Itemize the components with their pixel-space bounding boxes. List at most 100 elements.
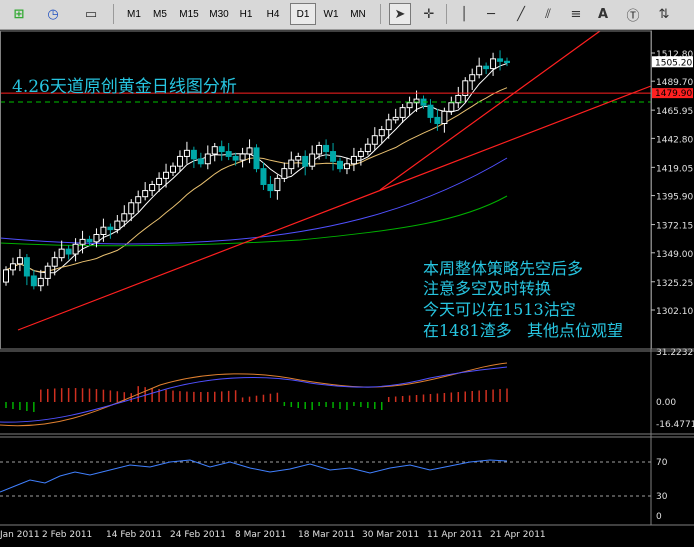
price-tick-label: 1349.00 [656, 250, 693, 260]
vertical-line-icon[interactable]: │ [453, 3, 475, 25]
candle-body [330, 151, 337, 162]
timeframe-h4[interactable]: H4 [260, 3, 286, 25]
date-tick-label: 21 Apr 2011 [490, 530, 546, 540]
timeframe-m15[interactable]: M15 [176, 3, 202, 25]
crosshair-icon[interactable]: ✛ [418, 3, 440, 25]
toolbar: ⊞ ◷ ▭ M1 M5 M15 M30 H1 H4 D1 W1 MN ➤ ✛ │… [0, 0, 694, 30]
candle-body [253, 147, 260, 170]
text-label-icon[interactable]: Ⓣ [622, 3, 644, 25]
rsi-axis-label: 0 [656, 512, 662, 522]
candle-body [65, 248, 72, 255]
candle-body [441, 110, 448, 125]
candle-body [316, 144, 323, 155]
candle-body [218, 146, 225, 153]
timeframe-w1[interactable]: W1 [318, 3, 344, 25]
candle-body [16, 257, 23, 265]
candle-body [385, 119, 392, 131]
candle-body [44, 265, 51, 279]
rsi-axis-label: 30 [656, 492, 668, 502]
candle-body [504, 60, 510, 64]
candle-body [79, 238, 86, 245]
rsi-line [0, 459, 508, 493]
candle-body [427, 104, 434, 118]
lower-trendline [17, 85, 652, 331]
candle-body [23, 257, 30, 277]
horizontal-line-icon[interactable]: ─ [480, 3, 502, 25]
candle-body [3, 269, 9, 283]
candle-body [170, 165, 176, 173]
candle-body [86, 238, 93, 243]
cursor-icon[interactable]: ➤ [389, 3, 411, 25]
strategy-note-4: 在1481渣多 其他点位观望 [423, 321, 623, 340]
template-icon[interactable]: ▭ [80, 3, 102, 25]
candle-body [163, 171, 170, 179]
candle-body [135, 196, 142, 204]
timeframe-m5[interactable]: M5 [147, 3, 173, 25]
candle-body [288, 159, 295, 170]
candle-body [295, 155, 302, 161]
candle-body [274, 177, 281, 192]
candle-body [211, 146, 218, 155]
candle-body [302, 155, 309, 167]
date-tick-label: 2 Feb 2011 [42, 530, 92, 540]
candle-body [121, 213, 128, 222]
candle-body [267, 183, 274, 192]
arrows-icon[interactable]: ⇅ [653, 3, 675, 25]
candle-body [406, 102, 413, 109]
trendline-icon[interactable]: ╱ [510, 3, 532, 25]
equidistant-channel-icon[interactable]: ⫽ [537, 3, 559, 25]
candle-body [37, 277, 44, 287]
chart-title: 4.26天道原创黄金日线图分析 [12, 77, 237, 97]
candle-body [337, 160, 343, 170]
candle-body [128, 202, 135, 215]
date-tick-label: 18 Mar 2011 [298, 530, 355, 540]
candle-body [183, 149, 190, 157]
marked-price-label: 1479.90 [655, 89, 692, 99]
fibonacci-icon[interactable]: ≡ [565, 3, 587, 25]
candle-body [260, 168, 267, 185]
timeframe-h1[interactable]: H1 [233, 3, 259, 25]
timeframe-m30[interactable]: M30 [206, 3, 232, 25]
chart-area[interactable]: 1512.80 1489.70 1465.95 1442.80 1419.05 1395.… [0, 30, 694, 543]
candle-body [204, 153, 211, 165]
candle-body [483, 65, 490, 70]
date-tick-label: 14 Feb 2011 [106, 530, 162, 540]
candle-body [176, 155, 183, 167]
candle-body [30, 275, 37, 287]
candle-body [392, 116, 399, 121]
candle-body [225, 151, 232, 157]
price-tick-label: 1395.90 [656, 193, 693, 203]
candle-body [239, 153, 246, 161]
candle-body [469, 74, 476, 82]
date-tick-label: 30 Mar 2011 [362, 530, 419, 540]
price-tick-label: 1442.80 [656, 135, 693, 145]
candle-body [107, 226, 114, 231]
macd-axis-label: 0.00 [656, 398, 676, 408]
candle-body [399, 107, 406, 118]
timeframe-d1[interactable]: D1 [290, 3, 316, 25]
candle-body [246, 147, 253, 155]
candle-body [350, 155, 357, 165]
timeframe-mn[interactable]: MN [345, 3, 371, 25]
candle-body [448, 102, 455, 112]
candle-body [434, 116, 441, 125]
price-tick-label: 1489.70 [656, 78, 693, 88]
candle-body [232, 155, 239, 161]
text-icon[interactable]: A [592, 3, 614, 25]
candle-body [357, 151, 364, 157]
candle-body [323, 144, 330, 153]
candle-body [93, 233, 100, 243]
clock-icon[interactable]: ◷ [42, 3, 64, 25]
candle-body [51, 257, 58, 267]
candle-body [497, 58, 504, 62]
price-chart[interactable]: 1512.801489.701465.951442.801419.051395.… [0, 30, 694, 543]
date-tick-label: 24 Feb 2011 [170, 530, 226, 540]
date-tick-label: 8 Mar 2011 [235, 530, 286, 540]
date-tick-label: 11 Apr 2011 [427, 530, 483, 540]
upper-trendline [379, 30, 601, 191]
price-tick-label: 1372.15 [656, 222, 693, 232]
timeframe-m1[interactable]: M1 [121, 3, 147, 25]
candle-body [281, 168, 288, 179]
price-tick-label: 1419.05 [656, 164, 693, 174]
new-chart-icon[interactable]: ⊞ [8, 3, 30, 25]
